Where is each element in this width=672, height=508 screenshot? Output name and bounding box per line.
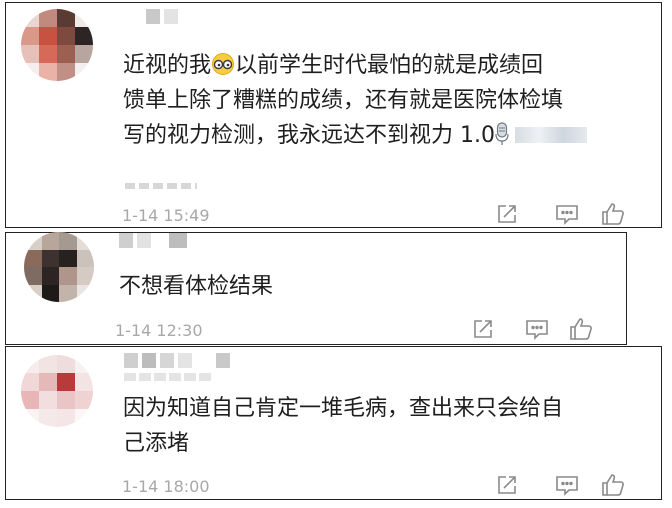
username[interactable] xyxy=(124,353,230,368)
comment-time: 1-14 15:49 xyxy=(122,206,210,225)
blurred-text xyxy=(514,127,587,143)
like-icon[interactable] xyxy=(600,474,626,496)
comment-text: 因为知道自己肯定一堆毛病，查出来只会给自 己添堵 xyxy=(123,396,564,456)
share-icon[interactable] xyxy=(470,318,496,340)
comment-actions xyxy=(494,203,626,225)
comment-card: 不想看体检结果 1-14 12:30 xyxy=(5,232,627,345)
comment-actions xyxy=(470,318,594,340)
avatar[interactable] xyxy=(24,232,94,302)
comment-time: 1-14 12:30 xyxy=(115,321,203,340)
comment-actions xyxy=(494,474,626,496)
microphone-icon xyxy=(495,122,509,146)
comment-card: 近视的我 以前学生时代最怕的就是成绩回 馈单上除了糟糕的成绩，还有就是医院体检填 … xyxy=(5,2,662,228)
glasses-emoji-icon xyxy=(211,51,235,75)
comment-card: 因为知道自己肯定一堆毛病，查出来只会给自 己添堵 1-14 18:00 xyxy=(5,346,662,500)
comment-time: 1-14 18:00 xyxy=(122,477,210,496)
blurred-text xyxy=(125,183,197,189)
comment-icon[interactable] xyxy=(524,318,550,340)
share-icon[interactable] xyxy=(494,203,520,225)
avatar[interactable] xyxy=(21,9,93,81)
comment-text: 不想看体检结果 xyxy=(119,274,274,299)
like-icon[interactable] xyxy=(568,318,594,340)
avatar[interactable] xyxy=(21,355,93,427)
share-icon[interactable] xyxy=(494,474,520,496)
comment-icon[interactable] xyxy=(554,474,580,496)
blurred-text xyxy=(124,373,214,381)
comment-icon[interactable] xyxy=(554,203,580,225)
like-icon[interactable] xyxy=(600,203,626,225)
comment-text: 近视的我 以前学生时代最怕的就是成绩回 馈单上除了糟糕的成绩，还有就是医院体检填 … xyxy=(123,48,653,153)
username[interactable] xyxy=(119,233,187,248)
username[interactable] xyxy=(146,9,178,24)
